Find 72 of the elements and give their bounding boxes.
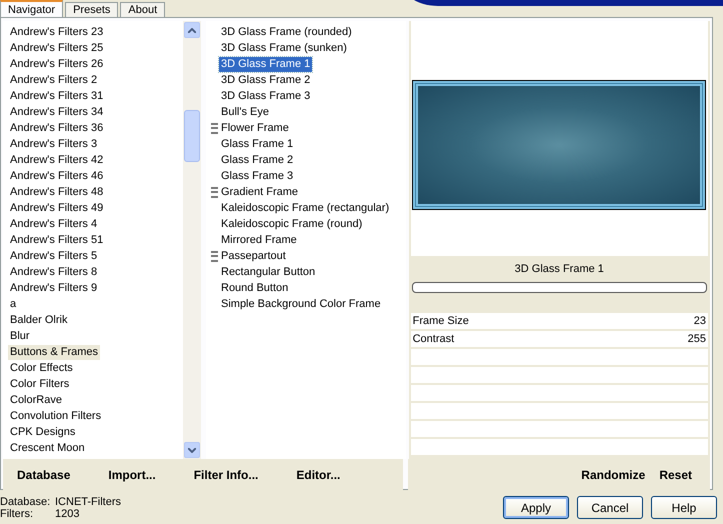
filter-item[interactable]: Glass Frame 3 bbox=[219, 168, 296, 184]
scrollbar[interactable] bbox=[183, 21, 201, 459]
filter-item[interactable]: Passepartout bbox=[219, 248, 288, 264]
status-value: ICNET-Filters bbox=[55, 496, 121, 508]
category-item[interactable]: Andrew's Filters 25 bbox=[8, 40, 106, 56]
toolbar-button[interactable]: Database bbox=[13, 466, 74, 484]
filter-title: 3D Glass Frame 1 bbox=[514, 262, 605, 277]
toolbar-button[interactable]: Reset bbox=[655, 466, 696, 484]
category-item[interactable]: Andrew's Filters 51 bbox=[8, 232, 106, 248]
tab[interactable]: Navigator bbox=[0, 0, 64, 17]
toolbar-button[interactable]: Editor... bbox=[292, 466, 344, 484]
category-item[interactable]: Blur bbox=[8, 328, 32, 344]
category-item[interactable]: Andrew's Filters 9 bbox=[8, 280, 100, 296]
parameter-label: Frame Size bbox=[412, 315, 469, 327]
dialog-button[interactable]: Help bbox=[651, 496, 717, 519]
category-item[interactable]: Balder Olrik bbox=[8, 312, 70, 328]
filter-item[interactable]: Round Button bbox=[219, 280, 290, 296]
filter-item[interactable]: Rectangular Button bbox=[219, 264, 318, 280]
category-item[interactable]: a bbox=[8, 296, 18, 312]
status-label: Filters: bbox=[0, 508, 34, 520]
scroll-down-button[interactable] bbox=[184, 442, 200, 458]
category-item[interactable]: Andrew's Filters 23 bbox=[8, 24, 106, 40]
category-item[interactable]: CPK Designs bbox=[8, 424, 78, 440]
category-item[interactable]: Crescent Moon bbox=[8, 440, 87, 456]
dialog-button[interactable]: Cancel bbox=[577, 496, 643, 519]
category-item[interactable]: Andrew's Filters 49 bbox=[8, 200, 106, 216]
dialog-button[interactable]: Apply bbox=[503, 496, 569, 519]
toolbar-button[interactable]: Randomize bbox=[577, 466, 650, 484]
category-item[interactable]: ColorRave bbox=[8, 392, 64, 408]
scroll-up-button[interactable] bbox=[184, 22, 200, 38]
filter-item[interactable]: Flower Frame bbox=[219, 120, 291, 136]
filter-item[interactable]: Bull's Eye bbox=[219, 104, 271, 120]
scroll-thumb[interactable] bbox=[184, 110, 200, 162]
filter-item[interactable]: Kaleidoscopic Frame (round) bbox=[219, 216, 364, 232]
category-item[interactable]: Andrew's Filters 34 bbox=[8, 104, 106, 120]
chevron-down-icon bbox=[188, 448, 196, 452]
tab[interactable]: Presets bbox=[65, 2, 118, 17]
filter-item[interactable]: Glass Frame 2 bbox=[219, 152, 296, 168]
toolbar-button[interactable]: Import... bbox=[104, 466, 160, 484]
status-label: Database: bbox=[0, 496, 52, 508]
category-item[interactable]: Andrew's Filters 8 bbox=[8, 264, 100, 280]
category-item[interactable]: Buttons & Frames bbox=[8, 344, 100, 360]
category-item[interactable]: Andrew's Filters 4 bbox=[8, 216, 100, 232]
category-item[interactable]: Andrew's Filters 42 bbox=[8, 152, 106, 168]
filter-item[interactable]: 3D Glass Frame 3 bbox=[219, 88, 312, 104]
category-item[interactable]: Andrew's Filters 26 bbox=[8, 56, 106, 72]
parameter-value[interactable]: 255 bbox=[688, 333, 706, 345]
category-item[interactable]: Andrew's Filters 3 bbox=[8, 136, 100, 152]
chevron-up-icon bbox=[188, 28, 196, 32]
category-item[interactable]: Color Filters bbox=[8, 376, 72, 392]
filter-item[interactable]: 3D Glass Frame (rounded) bbox=[219, 24, 354, 40]
filter-item[interactable]: 3D Glass Frame 2 bbox=[219, 72, 312, 88]
category-item[interactable]: Andrew's Filters 2 bbox=[8, 72, 100, 88]
filter-item[interactable]: Gradient Frame bbox=[219, 184, 300, 200]
category-item[interactable]: Convolution Filters bbox=[8, 408, 104, 424]
category-item[interactable]: Andrew's Filters 5 bbox=[8, 248, 100, 264]
parameter-label: Contrast bbox=[412, 333, 454, 345]
filter-item[interactable]: Glass Frame 1 bbox=[219, 136, 296, 152]
filter-item[interactable]: Kaleidoscopic Frame (rectangular) bbox=[219, 200, 392, 216]
filter-item[interactable]: Simple Background Color Frame bbox=[219, 296, 383, 312]
category-item[interactable]: Andrew's Filters 31 bbox=[8, 88, 106, 104]
toolbar-button[interactable]: Filter Info... bbox=[190, 466, 262, 484]
status-value: 1203 bbox=[55, 508, 80, 520]
category-item[interactable]: Andrew's Filters 36 bbox=[8, 120, 106, 136]
filter-item[interactable]: 3D Glass Frame 1 bbox=[219, 56, 312, 72]
filter-item[interactable]: Mirrored Frame bbox=[219, 232, 299, 248]
parameter-value[interactable]: 23 bbox=[694, 315, 706, 327]
filter-item[interactable]: 3D Glass Frame (sunken) bbox=[219, 40, 349, 56]
tab[interactable]: About bbox=[120, 2, 166, 17]
category-item[interactable]: Color Effects bbox=[8, 360, 75, 376]
category-item[interactable]: Andrew's Filters 48 bbox=[8, 184, 106, 200]
category-item[interactable]: Andrew's Filters 46 bbox=[8, 168, 106, 184]
